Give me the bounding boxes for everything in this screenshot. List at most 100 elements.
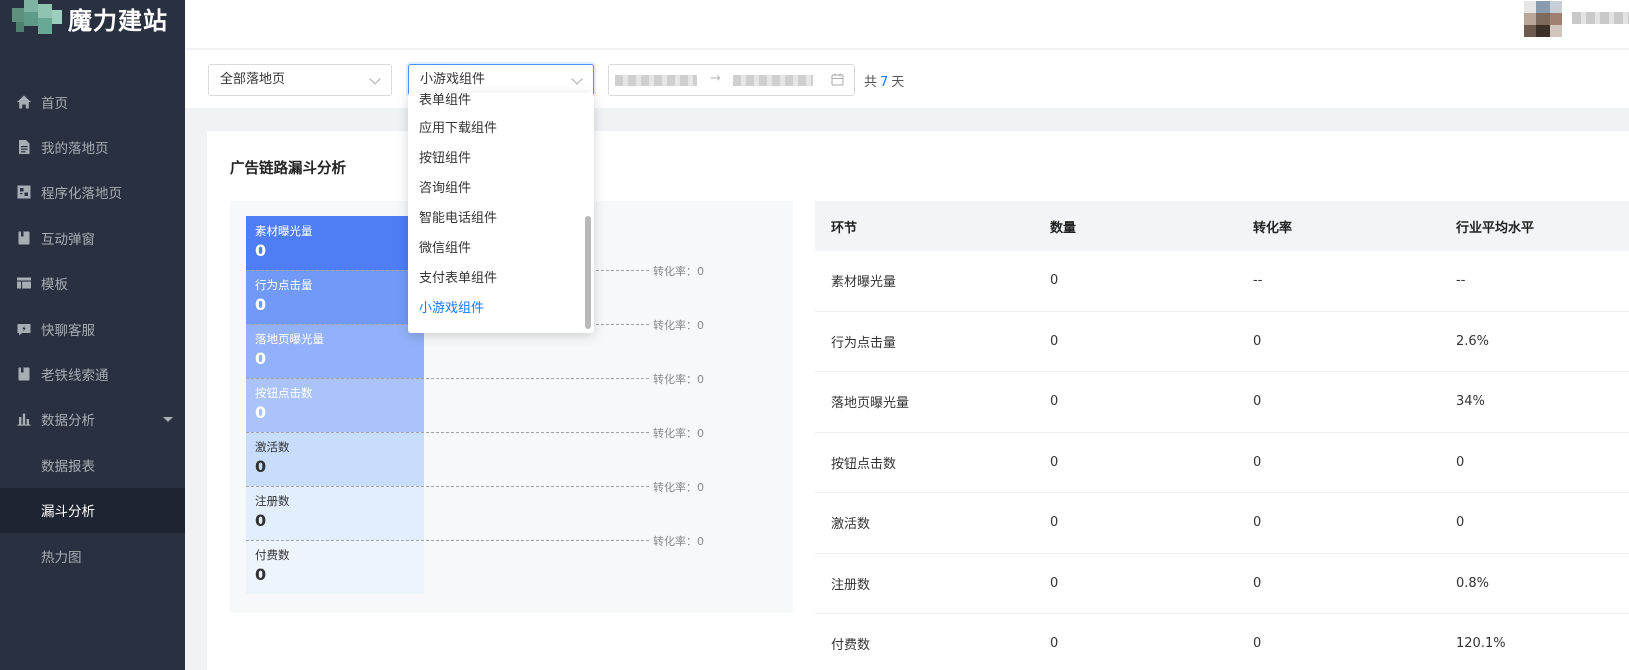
- dropdown-option-smart-phone[interactable]: 智能电话组件: [419, 207, 497, 226]
- range-arrow: →: [710, 71, 721, 86]
- sidebar-item-home[interactable]: 首页: [0, 79, 185, 124]
- table-cell: 0: [1050, 515, 1059, 531]
- document-icon: [16, 139, 32, 155]
- table-cell: 0: [1253, 454, 1262, 470]
- sidebar-item-label: 程序化落地页: [41, 186, 122, 203]
- funnel-divider: [246, 486, 649, 487]
- funnel-divider: [246, 540, 649, 541]
- funnel-step-label: 注册数: [255, 494, 290, 508]
- table-cell: 注册数: [831, 577, 871, 593]
- funnel-step: 激活数 0: [246, 432, 424, 486]
- funnel-step: 注册数 0: [246, 486, 424, 540]
- sidebar: 魔力建站 首页 我的落地页 程序化落地页 互动弹窗 模板 快聊客服 老铁线索通 …: [0, 0, 185, 670]
- sidebar-item-label: 首页: [41, 95, 68, 112]
- funnel-step: 按钮点击数 0: [246, 378, 424, 432]
- sidebar-item-label: 快聊客服: [41, 322, 95, 339]
- end-date-redacted[interactable]: [733, 75, 813, 86]
- popup-icon: [16, 230, 32, 246]
- sidebar-item-data-report[interactable]: 数据报表: [0, 442, 185, 487]
- logo-mosaic: [12, 0, 66, 36]
- funnel-step-label: 落地页曝光量: [255, 332, 324, 346]
- sidebar-item-my-landing-pages[interactable]: 我的落地页: [0, 124, 185, 169]
- avatar[interactable]: [1524, 1, 1562, 37]
- table-cell: 0: [1456, 515, 1465, 531]
- conversion-rate-label: 转化率：0: [649, 425, 704, 441]
- landing-page-select-value: 全部落地页: [220, 72, 286, 87]
- funnel-divider: [246, 378, 649, 379]
- dropdown-option-payment-form[interactable]: 支付表单组件: [419, 267, 497, 286]
- conversion-rate-label: 转化率：0: [649, 479, 704, 495]
- table-cell: 0: [1050, 575, 1059, 591]
- chevron-down-icon: [571, 73, 583, 85]
- table-cell: 0: [1253, 333, 1262, 349]
- funnel-step: 落地页曝光量 0: [246, 324, 424, 378]
- date-range-picker[interactable]: →: [608, 64, 855, 96]
- sidebar-item-leads[interactable]: 老铁线索通: [0, 351, 185, 396]
- dropdown-option-mini-game[interactable]: 小游戏组件: [419, 297, 484, 316]
- chevron-down-icon: [163, 416, 173, 422]
- start-date-redacted[interactable]: [615, 75, 697, 86]
- table-cell: 按钮点击数: [831, 456, 897, 472]
- component-select[interactable]: 小游戏组件: [408, 64, 594, 96]
- table-cell: 0: [1253, 394, 1262, 410]
- dropdown-scrollbar[interactable]: [585, 216, 591, 329]
- sidebar-item-label: 数据报表: [41, 458, 95, 475]
- app-logo[interactable]: 魔力建站: [12, 0, 168, 36]
- landing-page-select[interactable]: 全部落地页: [208, 64, 392, 96]
- dropdown-option-wechat[interactable]: 微信组件: [419, 237, 471, 256]
- table-cell: 0: [1050, 394, 1059, 410]
- sidebar-item-interactive-popup[interactable]: 互动弹窗: [0, 215, 185, 260]
- leads-icon: [16, 366, 32, 382]
- funnel-step-value: 0: [255, 349, 267, 368]
- program-icon: [16, 184, 32, 200]
- dropdown-option-app-download[interactable]: 应用下载组件: [419, 117, 497, 136]
- template-icon: [16, 275, 32, 291]
- table-cell: 0: [1253, 575, 1262, 591]
- funnel-table: 环节 数量 转化率 行业平均水平 素材曝光量 0 -- -- 行为点击量 0 0…: [815, 201, 1629, 670]
- sidebar-item-label: 我的落地页: [41, 141, 109, 158]
- table-cell: 0: [1050, 273, 1059, 289]
- sidebar-item-quick-chat[interactable]: 快聊客服: [0, 306, 185, 351]
- funnel-step-label: 激活数: [255, 440, 290, 454]
- logo-text: 魔力建站: [68, 6, 168, 35]
- table-cell: 激活数: [831, 517, 871, 533]
- sidebar-item-label: 互动弹窗: [41, 231, 95, 248]
- funnel-step-value: 0: [255, 403, 267, 422]
- table-cell: 0: [1253, 515, 1262, 531]
- sidebar-item-data-analysis[interactable]: 数据分析: [0, 397, 185, 442]
- funnel-step-value: 0: [255, 565, 267, 584]
- component-dropdown-menu: 表单组件 应用下载组件 按钮组件 咨询组件 智能电话组件 微信组件 支付表单组件…: [408, 93, 594, 333]
- sidebar-item-programmatic-pages[interactable]: 程序化落地页: [0, 170, 185, 215]
- total-suffix: 天: [891, 75, 905, 90]
- username-redacted[interactable]: [1572, 12, 1629, 24]
- dropdown-option-button[interactable]: 按钮组件: [419, 147, 471, 166]
- funnel-divider: [246, 432, 649, 433]
- sidebar-item-label: 热力图: [41, 549, 82, 566]
- table-cell: 落地页曝光量: [831, 396, 910, 412]
- dropdown-option-form[interactable]: 表单组件: [419, 93, 471, 108]
- sidebar-item-label: 数据分析: [41, 413, 95, 430]
- chat-icon: [16, 321, 32, 337]
- funnel-step-label: 行为点击量: [255, 278, 313, 292]
- funnel-step-label: 按钮点击数: [255, 386, 313, 400]
- home-icon: [16, 94, 32, 110]
- calendar-icon: [831, 73, 844, 90]
- total-prefix: 共: [864, 75, 878, 90]
- funnel-step-value: 0: [255, 295, 267, 314]
- table-header-row: 环节 数量 转化率 行业平均水平: [815, 201, 1629, 251]
- sidebar-item-funnel-analysis[interactable]: 漏斗分析: [0, 487, 185, 533]
- chevron-down-icon: [369, 73, 381, 85]
- card-title: 广告链路漏斗分析: [230, 161, 346, 177]
- sidebar-item-label: 老铁线索通: [41, 368, 109, 385]
- table-header-cell: 转化率: [1253, 220, 1293, 236]
- table-row: 付费数 0 0 120.1%: [815, 614, 1629, 670]
- sidebar-item-templates[interactable]: 模板: [0, 261, 185, 306]
- dropdown-option-consult[interactable]: 咨询组件: [419, 177, 471, 196]
- table-row: 落地页曝光量 0 0 34%: [815, 372, 1629, 433]
- table-header-cell: 行业平均水平: [1456, 220, 1535, 236]
- funnel-step-label: 付费数: [255, 548, 290, 562]
- table-cell: 120.1%: [1456, 636, 1506, 652]
- table-row: 行为点击量 0 0 2.6%: [815, 312, 1629, 372]
- table-cell: --: [1253, 273, 1263, 289]
- sidebar-item-heatmap[interactable]: 热力图: [0, 533, 185, 578]
